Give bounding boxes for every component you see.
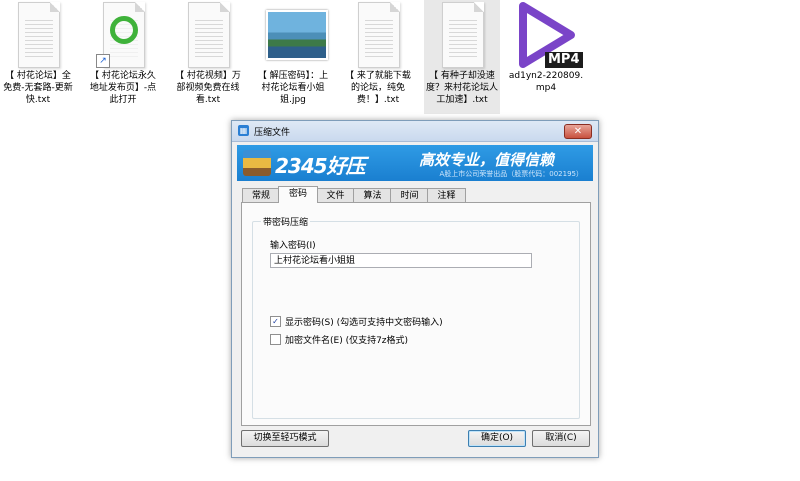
- text-file-icon: [435, 2, 489, 68]
- show-password-option[interactable]: ✓ 显示密码(S) (勾选可支持中文密码输入): [270, 315, 443, 328]
- desktop-file-1[interactable]: 【 村花论坛】全免费-无套路-更新快.txt: [0, 0, 76, 114]
- show-password-checkbox[interactable]: ✓: [270, 316, 281, 327]
- shortcut-arrow-icon: ↗: [96, 54, 110, 68]
- tab-general[interactable]: 常规: [242, 188, 280, 203]
- file-label: 【 有种子却没速度？来村花论坛人工加速】.txt: [425, 71, 498, 105]
- tab-comment[interactable]: 注释: [427, 188, 466, 203]
- desktop-file-2[interactable]: ↗ 【 村花论坛永久地址发布页】-点此打开: [85, 0, 161, 114]
- brand-slogan: 高效专业，值得信赖: [419, 151, 555, 169]
- text-file-icon: [11, 2, 65, 68]
- file-label: ad1yn2-220809.mp4: [508, 71, 584, 93]
- password-label: 输入密码(I): [270, 241, 316, 251]
- switch-mode-button[interactable]: 切换至轻巧模式: [241, 430, 329, 447]
- ok-button[interactable]: 确定(O): [468, 430, 526, 447]
- brand-subtitle: A股上市公司荣誉出品（股票代码：002195）: [439, 170, 583, 178]
- file-label: 【 来了就能下载的论坛，纯免费！】.txt: [345, 71, 411, 105]
- group-title: 带密码压缩: [261, 215, 311, 228]
- tab-password[interactable]: 密码: [278, 186, 318, 203]
- brand-name: 2345好压: [275, 154, 366, 178]
- encrypt-filenames-label: 加密文件名(E) (仅支持7z格式): [285, 336, 409, 346]
- text-file-icon: [181, 2, 235, 68]
- encrypt-filenames-option[interactable]: 加密文件名(E) (仅支持7z格式): [270, 333, 408, 346]
- haozip-logo-icon: [243, 150, 271, 176]
- title-bar[interactable]: ▦ 压缩文件 ✕: [232, 121, 598, 142]
- app-icon: ▦: [238, 125, 249, 136]
- compress-dialog: ▦ 压缩文件 ✕ 2345好压 高效专业，值得信赖 A股上市公司荣誉出品（股票代…: [231, 120, 599, 458]
- tab-time[interactable]: 时间: [390, 188, 429, 203]
- password-input[interactable]: 上村花论坛看小姐姐: [270, 253, 532, 268]
- desktop-file-5[interactable]: 【 来了就能下载的论坛，纯免费！】.txt: [340, 0, 416, 114]
- desktop-file-7[interactable]: MP4 ad1yn2-220809.mp4: [506, 0, 586, 114]
- dialog-title: 压缩文件: [254, 128, 291, 138]
- desktop-file-6[interactable]: 【 有种子却没速度？来村花论坛人工加速】.txt: [424, 0, 500, 114]
- cancel-button[interactable]: 取消(C): [532, 430, 590, 447]
- desktop-file-4[interactable]: 【 解压密码】：上村花论坛看小姐姐.jpg: [255, 0, 331, 114]
- image-file-icon: [266, 2, 328, 68]
- file-label: 【 解压密码】：上村花论坛看小姐姐.jpg: [257, 71, 329, 105]
- tab-files[interactable]: 文件: [316, 188, 355, 203]
- close-button[interactable]: ✕: [564, 124, 592, 139]
- file-label: 【 村花论坛】全免费-无套路-更新快.txt: [3, 71, 73, 105]
- tab-algorithm[interactable]: 算法: [353, 188, 392, 203]
- file-label: 【 村花论坛永久地址发布页】-点此打开: [89, 71, 157, 105]
- encrypt-filenames-checkbox[interactable]: [270, 334, 281, 345]
- show-password-label: 显示密码(S) (勾选可支持中文密码输入): [285, 318, 443, 328]
- desktop-file-3[interactable]: 【 村花视频】万部视频免费在线看.txt: [170, 0, 246, 114]
- mp4-video-icon: MP4: [511, 2, 583, 68]
- brand-banner: 2345好压 高效专业，值得信赖 A股上市公司荣誉出品（股票代码：002195）: [237, 145, 593, 181]
- password-panel: 带密码压缩 输入密码(I) 上村花论坛看小姐姐 ✓ 显示密码(S) (勾选可支持…: [241, 202, 591, 426]
- ie-shortcut-icon: ↗: [96, 2, 150, 68]
- mp4-badge: MP4: [545, 52, 583, 68]
- file-label: 【 村花视频】万部视频免费在线看.txt: [175, 71, 241, 105]
- text-file-icon: [351, 2, 405, 68]
